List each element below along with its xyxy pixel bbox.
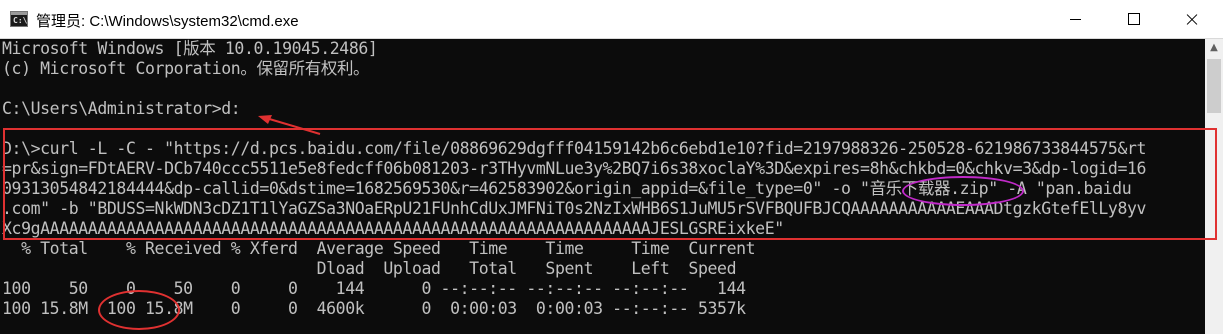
annotation-arrow-icon: [258, 115, 321, 135]
annotation-ellipse-received: [98, 290, 180, 330]
annotation-ellipse-filename: [902, 176, 1024, 206]
